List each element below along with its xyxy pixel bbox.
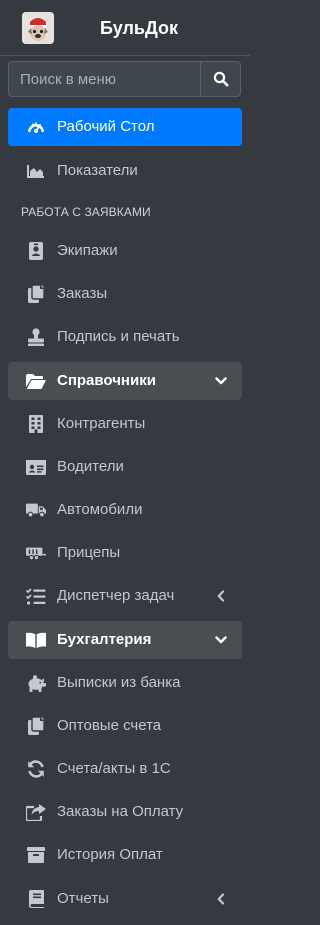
nav-item-directories[interactable]: Справочники — [8, 362, 242, 400]
nav-item-task-dispatcher[interactable]: Диспетчер задач — [8, 577, 242, 615]
nav-item-label: Отчеты — [57, 890, 109, 907]
chevron-down-icon — [214, 633, 228, 647]
nav-item-orders-payment[interactable]: Заказы на Оплату — [8, 793, 242, 831]
book-icon — [26, 890, 46, 908]
folder-open-icon — [26, 372, 46, 390]
nav-item-bank-statements[interactable]: Выписки из банка — [8, 664, 242, 702]
nav-item-sign-stamp[interactable]: Подпись и печать — [8, 318, 242, 356]
nav-item-label: Справочники — [57, 372, 156, 389]
sync-icon — [26, 760, 46, 778]
search-icon — [213, 71, 228, 87]
nav-item-crews[interactable]: Экипажи — [8, 232, 242, 270]
search-button[interactable] — [200, 61, 241, 97]
bulldog-logo — [22, 12, 54, 44]
nav-item-payment-history[interactable]: История Оплат — [8, 836, 242, 874]
nav-item-label: Водители — [57, 458, 124, 475]
archive-icon — [26, 846, 46, 864]
menu-search — [8, 61, 241, 97]
nav-item-label: Счета/акты в 1С — [57, 760, 171, 777]
nav-section-header: РАБОТА С ЗАЯВКАМИ — [21, 205, 151, 219]
copy-icon — [26, 717, 46, 735]
book-open-icon — [26, 631, 46, 649]
nav-item-label: Выписки из банка — [57, 674, 181, 691]
chevron-down-icon — [214, 374, 228, 388]
share-square-icon — [26, 803, 46, 821]
nav-item-label: Заказы на Оплату — [57, 803, 184, 820]
nav-item-indicators[interactable]: Показатели — [8, 152, 242, 190]
truck-icon — [26, 501, 46, 519]
nav-item-label: Показатели — [57, 162, 138, 179]
nav-item-label: История Оплат — [57, 846, 163, 863]
nav-item-drivers[interactable]: Водители — [8, 448, 242, 486]
tachometer-icon — [26, 118, 46, 136]
brand-title: БульДок — [100, 18, 179, 38]
nav-item-trailers[interactable]: Прицепы — [8, 534, 242, 572]
nav-item-accounting[interactable]: Бухгалтерия — [8, 621, 242, 659]
nav-item-dashboard[interactable]: Рабочий Стол — [8, 108, 242, 146]
nav-item-label: Прицепы — [57, 544, 121, 561]
trailer-icon — [26, 544, 46, 562]
nav-item-invoices-1c[interactable]: Счета/акты в 1С — [8, 750, 242, 788]
nav-item-label: Экипажи — [57, 242, 118, 259]
brand[interactable]: БульДок — [0, 0, 250, 56]
nav-item-label: Подпись и печать — [57, 328, 180, 345]
nav-item-cars[interactable]: Автомобили — [8, 491, 242, 529]
chevron-left-icon — [214, 589, 228, 603]
nav-item-label: Бухгалтерия — [57, 631, 152, 648]
nav-item-wholesale-invoices[interactable]: Оптовые счета — [8, 707, 242, 745]
nav-item-label: Контрагенты — [57, 415, 146, 432]
building-icon — [26, 415, 46, 433]
nav-item-orders[interactable]: Заказы — [8, 275, 242, 313]
nav-item-label: Заказы — [57, 285, 108, 302]
piggy-bank-icon — [26, 674, 46, 692]
nav-item-counterparties[interactable]: Контрагенты — [8, 405, 242, 443]
nav-item-label: Автомобили — [57, 501, 143, 518]
nav-item-label: Оптовые счета — [57, 717, 162, 734]
tasks-icon — [26, 587, 46, 605]
nav-item-label: Рабочий Стол — [57, 118, 155, 135]
id-card-icon — [26, 458, 46, 476]
chevron-left-icon — [214, 892, 228, 906]
stamp-icon — [26, 328, 46, 346]
nav-item-label: Диспетчер задач — [57, 587, 175, 604]
search-input[interactable] — [8, 61, 200, 97]
copy-icon — [26, 285, 46, 303]
nav-item-reports[interactable]: Отчеты — [8, 880, 242, 918]
area-chart-icon — [26, 162, 46, 180]
id-badge-icon — [26, 242, 46, 260]
